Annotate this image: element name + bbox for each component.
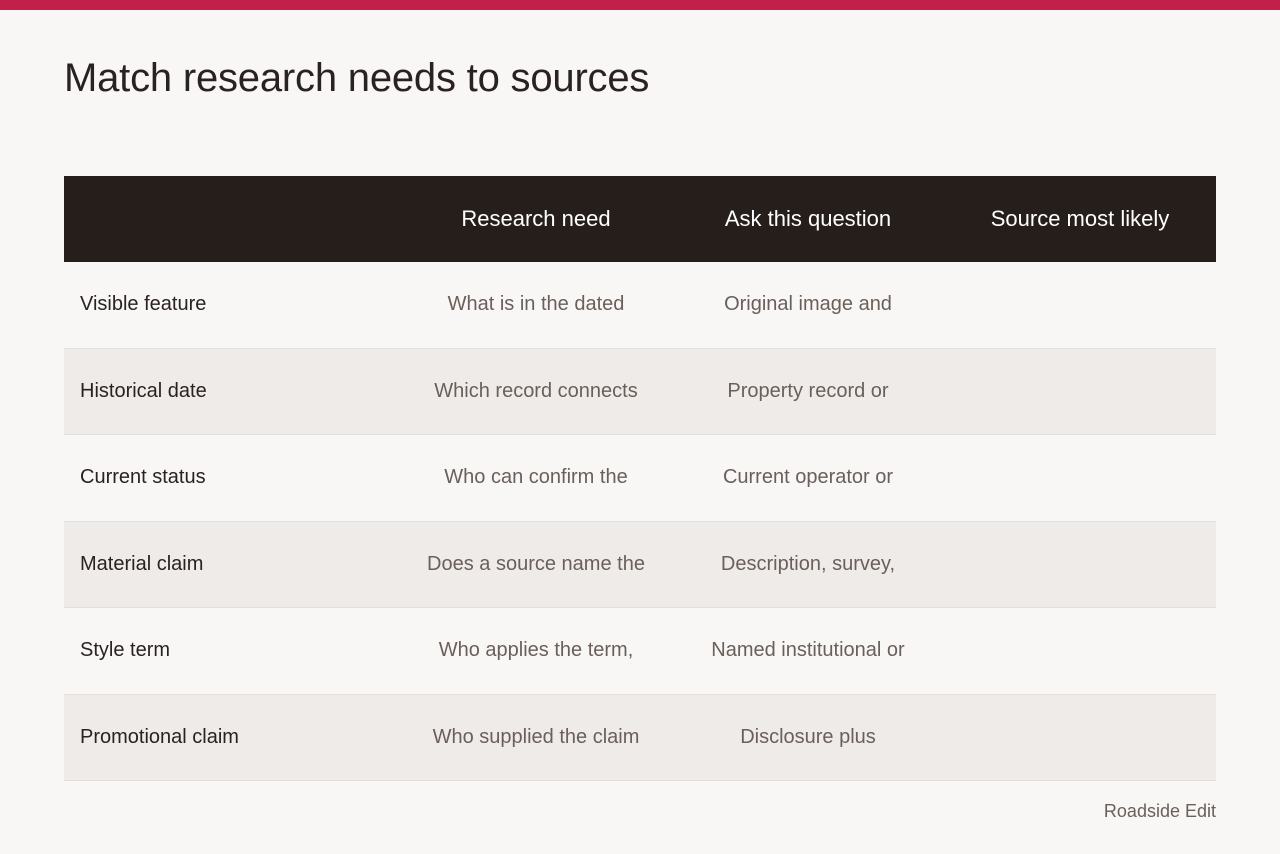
row-need: Does a source name the xyxy=(427,552,645,575)
table-row: Current status Who can confirm the Curre… xyxy=(64,435,1216,522)
header-source-likely: Source most likely xyxy=(990,206,1170,231)
row-need: Who can confirm the xyxy=(444,466,628,489)
row-need: Which record connects xyxy=(434,379,638,402)
row-question: Description, survey, xyxy=(720,552,896,575)
row-label: Current status xyxy=(80,466,206,489)
row-question: Property record or xyxy=(727,379,889,402)
header-ask-question: Ask this question xyxy=(724,206,892,231)
table-row: Material claim Does a source name the De… xyxy=(64,521,1216,608)
row-question: Named institutional or xyxy=(711,639,905,662)
table-row: Historical date Which record connects Pr… xyxy=(64,348,1216,435)
row-label: Visible feature xyxy=(80,293,207,316)
row-need: Who supplied the claim xyxy=(432,725,640,748)
row-label: Historical date xyxy=(80,379,207,402)
row-need: Who applies the term, xyxy=(438,639,634,662)
row-question: Disclosure plus xyxy=(740,725,876,748)
table-header: Research need Ask this question Source m… xyxy=(64,176,1216,262)
table-row: Visible feature What is in the dated Ori… xyxy=(64,262,1216,349)
header-research-need: Research need xyxy=(461,206,611,231)
row-label: Promotional claim xyxy=(80,725,239,748)
row-need: What is in the dated xyxy=(447,293,625,316)
page-title: Match research needs to sources xyxy=(64,56,650,100)
row-label: Material claim xyxy=(80,552,204,575)
top-accent-bar xyxy=(0,0,1280,10)
research-table: Research need Ask this question Source m… xyxy=(64,176,1216,781)
table-row: Style term Who applies the term, Named i… xyxy=(64,608,1216,695)
table-row: Promotional claim Who supplied the claim… xyxy=(64,694,1216,781)
row-question: Current operator or xyxy=(722,466,894,489)
row-label: Style term xyxy=(80,639,171,662)
row-question: Original image and xyxy=(724,293,892,316)
footer-brand: Roadside Edit xyxy=(1103,801,1216,821)
